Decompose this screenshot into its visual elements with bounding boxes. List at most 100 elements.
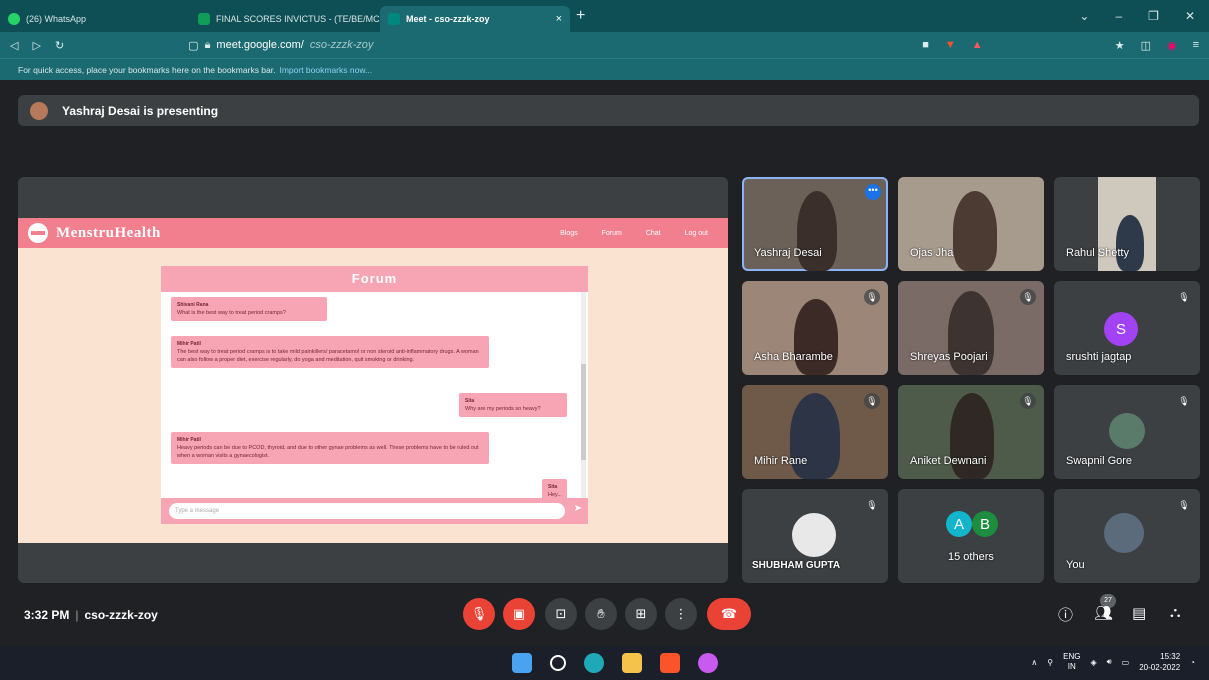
whatsapp-icon xyxy=(8,13,20,25)
message-text: The best way to treat period cramps is t… xyxy=(177,349,479,363)
participant-avatar: S xyxy=(1104,312,1138,346)
volume-icon[interactable]: 🔊︎ xyxy=(1107,657,1112,667)
participant-tile[interactable]: 🎙︎ Aniket Dewnani xyxy=(898,385,1044,479)
participant-tile[interactable]: Rahul Shetty xyxy=(1054,177,1200,271)
menu-icon[interactable]: ≡ xyxy=(1193,39,1199,51)
participant-name: Mihir Rane xyxy=(754,455,808,467)
participant-video xyxy=(797,191,837,271)
show-hidden-icons[interactable]: ∧ xyxy=(1031,658,1037,667)
new-tab-button[interactable]: + xyxy=(576,7,585,25)
participant-tile[interactable]: ••• Yashraj Desai xyxy=(742,177,888,271)
brave-icon[interactable] xyxy=(660,653,680,673)
captions-button[interactable]: ⊡ xyxy=(545,598,577,630)
message-author: Sita xyxy=(465,398,475,404)
participant-tile[interactable]: 🎙︎ Asha Bharambe xyxy=(742,281,888,375)
participant-name: Yashraj Desai xyxy=(754,247,822,259)
forum-title: Forum xyxy=(161,266,588,292)
import-bookmarks-link[interactable]: Import bookmarks now... xyxy=(279,65,372,75)
participant-tile[interactable]: Ojas Jha xyxy=(898,177,1044,271)
participant-name: srushti jagtap xyxy=(1066,351,1132,363)
meeting-info-separator: | xyxy=(75,608,79,622)
participant-video xyxy=(953,191,997,271)
presentation-stage[interactable]: MenstruHealth Blogs Forum Chat Log out F… xyxy=(18,177,728,583)
presenter-avatar xyxy=(30,101,48,120)
mic-off-icon: 🎙︎ xyxy=(864,393,880,409)
reload-icon[interactable]: ↻ xyxy=(55,39,64,52)
shared-screen: MenstruHealth Blogs Forum Chat Log out F… xyxy=(18,218,728,543)
camera-toggle-button[interactable]: ▣ xyxy=(503,598,535,630)
brave-shield-icon[interactable]: ▼ xyxy=(945,39,956,51)
battery-icon[interactable]: ▭ xyxy=(1122,658,1130,667)
tab-whatsapp[interactable]: (26) WhatsApp xyxy=(0,6,190,32)
more-options-button[interactable]: ⋮ xyxy=(665,598,697,630)
meet-control-bar: 3:32 PM | cso-zzzk-zoy 🎙︎ ▣ ⊡ ✋︎ ⊞ ⋮ ☎︎ ⓘ … xyxy=(0,594,1209,636)
chrome-app-icon[interactable] xyxy=(698,653,718,673)
search-icon[interactable] xyxy=(550,655,566,671)
windows-start-icon[interactable] xyxy=(512,653,532,673)
tab-title: FINAL SCORES INVICTUS - (TE/BE/MC xyxy=(216,14,380,24)
participant-tile[interactable]: S 🎙︎ srushti jagtap xyxy=(1054,281,1200,375)
file-explorer-icon[interactable] xyxy=(622,653,642,673)
tab-final-scores[interactable]: FINAL SCORES INVICTUS - (TE/BE/MC xyxy=(190,6,380,32)
minimize-icon[interactable]: – xyxy=(1115,9,1122,23)
url-host: meet.google.com/ xyxy=(216,39,304,51)
message-composer: Type a message ➤ xyxy=(161,498,588,524)
nav-chat: Chat xyxy=(645,229,661,237)
extensions-icon[interactable]: ★ xyxy=(1115,39,1125,52)
url-field[interactable]: ▢ 🔒︎ meet.google.com/cso-zzzk-zoy xyxy=(188,39,373,52)
message-item: Mihir Patil Heavy periods can be due to … xyxy=(171,432,489,464)
taskbar-apps xyxy=(512,653,718,673)
bookmarks-bar: For quick access, place your bookmarks h… xyxy=(0,58,1209,80)
profile-icon[interactable]: ◉ xyxy=(1167,39,1177,52)
system-tray: ∧ ⚲ ENG IN ◈ 🔊︎ ▭ 15:32 20-02-2022 ◔ xyxy=(1031,651,1195,673)
present-button[interactable]: ⊞ xyxy=(625,598,657,630)
participant-avatar xyxy=(792,513,836,557)
message-text: Heavy periods can be due to PCOD, thyroi… xyxy=(177,445,479,459)
wifi-icon[interactable]: ◈ xyxy=(1090,658,1096,667)
participant-tile[interactable]: 🎙︎ You xyxy=(1054,489,1200,583)
camera-in-use-icon[interactable]: ■ xyxy=(922,39,929,51)
tab-meet[interactable]: Meet - cso-zzzk-zoy × xyxy=(380,6,570,32)
participant-tile[interactable]: 🎙︎ Mihir Rane xyxy=(742,385,888,479)
notifications-icon[interactable]: ◔ xyxy=(1190,658,1195,667)
restore-icon[interactable]: ❐ xyxy=(1148,9,1159,23)
participant-tile[interactable]: 🎙︎ SHUBHAM GUPTA xyxy=(742,489,888,583)
send-icon[interactable]: ➤ xyxy=(574,503,582,514)
back-icon[interactable]: ◁ xyxy=(10,39,18,52)
brave-rewards-icon[interactable]: ▲ xyxy=(972,39,983,51)
raise-hand-button[interactable]: ✋︎ xyxy=(585,598,617,630)
message-text: Why are my periods so heavy? xyxy=(465,406,541,412)
taskbar-clock[interactable]: 15:32 20-02-2022 xyxy=(1139,651,1180,673)
message-input[interactable]: Type a message xyxy=(169,503,565,519)
people-icon[interactable]: 👥︎ xyxy=(1094,604,1113,622)
more-options-icon[interactable]: ••• xyxy=(865,184,881,200)
leave-call-button[interactable]: ☎︎ xyxy=(707,598,751,630)
browser-tab-bar: (26) WhatsApp FINAL SCORES INVICTUS - (T… xyxy=(0,0,1209,32)
bookmark-page-icon[interactable]: ▢ xyxy=(188,39,198,52)
participant-avatar xyxy=(1116,215,1144,271)
participant-tile[interactable]: 🎙︎ Shreyas Poojari xyxy=(898,281,1044,375)
activities-icon[interactable]: ⛬ xyxy=(1170,604,1181,621)
forward-icon[interactable]: ▷ xyxy=(32,39,40,52)
tab-title: (26) WhatsApp xyxy=(26,14,87,24)
close-window-icon[interactable]: ✕ xyxy=(1185,9,1195,23)
meet-icon xyxy=(388,13,400,25)
participant-name: 15 others xyxy=(948,551,994,563)
chat-icon[interactable]: ▤ xyxy=(1132,604,1146,622)
message-author: Mihir Patil xyxy=(177,341,201,347)
edge-icon[interactable] xyxy=(584,653,604,673)
language-indicator[interactable]: ENG IN xyxy=(1063,652,1080,672)
sidebar-icon[interactable]: ◫ xyxy=(1141,39,1151,52)
message-item: Sita Why are my periods so heavy? xyxy=(459,393,567,417)
meeting-details-icon[interactable]: ⓘ xyxy=(1058,604,1073,625)
tab-search-icon[interactable]: ⌄ xyxy=(1079,9,1089,23)
mic-off-icon: 🎙︎ xyxy=(866,500,878,510)
participant-tile[interactable]: 🎙︎ Swapnil Gore xyxy=(1054,385,1200,479)
participant-name: SHUBHAM GUPTA xyxy=(752,560,841,571)
mic-off-icon: 🎙︎ xyxy=(1178,500,1190,510)
mic-toggle-button[interactable]: 🎙︎ xyxy=(463,598,495,630)
participant-tile[interactable]: A B 15 others xyxy=(898,489,1044,583)
mic-off-icon: 🎙︎ xyxy=(1020,393,1036,409)
message-scrollbar[interactable] xyxy=(581,292,586,498)
close-tab-icon[interactable]: × xyxy=(556,13,562,25)
